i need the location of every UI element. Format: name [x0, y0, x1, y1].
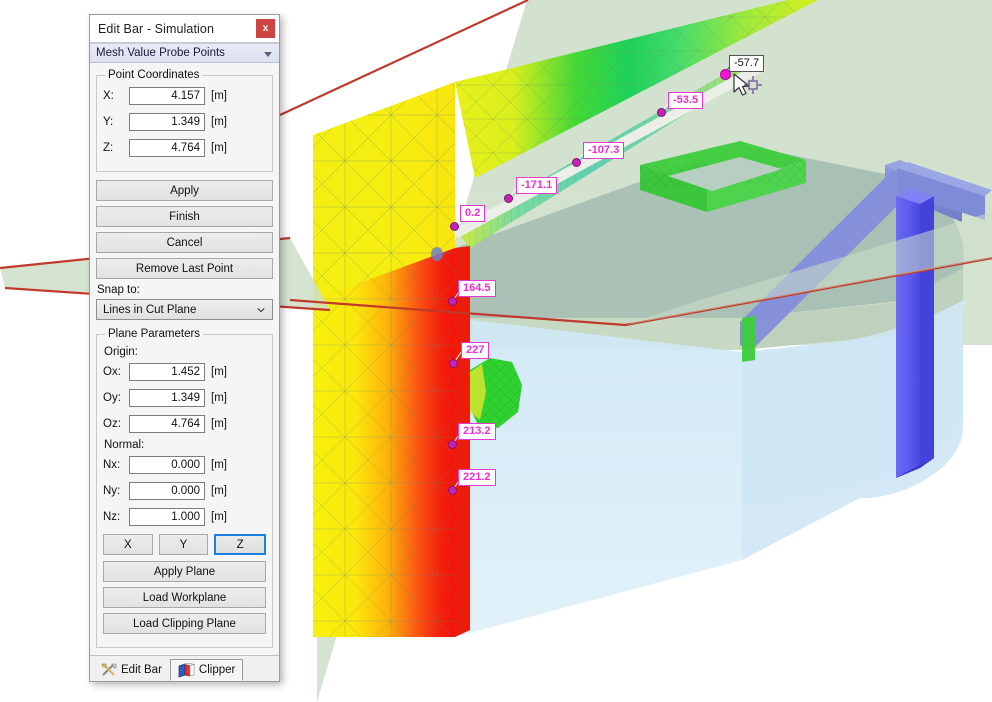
plane-parameters-legend: Plane Parameters — [108, 328, 201, 340]
probe-value-label: 0.2 — [460, 205, 486, 222]
dialog-title: Edit Bar - Simulation — [98, 21, 215, 36]
remove-last-point-button[interactable]: Remove Last Point — [96, 258, 273, 279]
probe-value-label: -107.3 — [583, 142, 625, 159]
dialog-tabbar: Edit Bar Clipper — [90, 655, 279, 681]
probe-point-marker[interactable] — [448, 297, 457, 306]
tools-icon — [101, 663, 117, 676]
tab-edit-bar[interactable]: Edit Bar — [93, 659, 170, 681]
axis-x-button[interactable]: X — [103, 534, 153, 555]
normal-label: Normal: — [104, 439, 145, 451]
probe-value-label: 227 — [461, 342, 490, 359]
input-ny[interactable] — [129, 482, 205, 500]
probe-point-marker[interactable] — [448, 486, 457, 495]
snap-crosshair-icon — [744, 76, 762, 94]
cancel-button[interactable]: Cancel — [96, 232, 273, 253]
load-workplane-button[interactable]: Load Workplane — [103, 587, 266, 608]
point-coordinates-group: Point Coordinates X: [m] Y: [m] Z: [m] — [96, 69, 273, 172]
mode-combobox[interactable]: Mesh Value Probe Points — [90, 43, 279, 63]
field-row-z: Z: [m] — [103, 137, 266, 159]
probe-point-marker[interactable] — [572, 158, 581, 167]
input-z[interactable] — [129, 139, 205, 157]
unit-z: [m] — [211, 142, 227, 154]
label-oy: Oy: — [103, 392, 121, 404]
plane-parameters-group: Plane Parameters Origin: Ox: [m] Oy: [m]… — [96, 328, 273, 648]
input-oz[interactable] — [129, 415, 205, 433]
clipper-cube-icon — [178, 662, 195, 677]
tab-edit-bar-label: Edit Bar — [121, 664, 162, 676]
dialog-body: Point Coordinates X: [m] Y: [m] Z: [m] A… — [90, 63, 279, 648]
chevron-down-icon — [264, 52, 272, 57]
unit-nx: [m] — [211, 459, 227, 471]
unit-nz: [m] — [211, 511, 227, 523]
probe-value-label: -171.1 — [516, 177, 558, 194]
tab-clipper[interactable]: Clipper — [169, 659, 244, 681]
label-ny: Ny: — [103, 485, 121, 497]
probe-point-marker[interactable] — [448, 440, 457, 449]
axis-z-button[interactable]: Z — [214, 534, 267, 555]
probe-value-label: 221.2 — [458, 469, 496, 486]
unit-oy: [m] — [211, 392, 227, 404]
point-coordinates-legend: Point Coordinates — [108, 69, 200, 81]
mode-combobox-value: Mesh Value Probe Points — [96, 47, 225, 59]
input-nx[interactable] — [129, 456, 205, 474]
probe-value-label: -57.7 — [729, 55, 765, 72]
axis-y-button[interactable]: Y — [158, 534, 209, 555]
label-z: Z: — [103, 142, 114, 154]
field-row-x: X: [m] — [103, 85, 266, 107]
input-x[interactable] — [129, 87, 205, 105]
field-row-nz: Nz: [m] — [103, 506, 266, 528]
probe-value-label: 213.2 — [458, 423, 496, 440]
edit-bar-simulation-dialog[interactable]: Edit Bar - Simulation x Mesh Value Probe… — [89, 14, 280, 682]
input-oy[interactable] — [129, 389, 205, 407]
input-nz[interactable] — [129, 508, 205, 526]
slab-edge-green — [742, 316, 755, 362]
snap-to-label: Snap to: — [97, 284, 140, 296]
probe-point-marker[interactable] — [504, 194, 513, 203]
chevron-down-icon — [257, 308, 265, 313]
field-row-ox: Ox: [m] — [103, 361, 266, 383]
label-y: Y: — [103, 116, 114, 128]
origin-label: Origin: — [104, 346, 138, 358]
field-row-oz: Oz: [m] — [103, 413, 266, 435]
probe-value-label: 164.5 — [458, 280, 496, 297]
unit-x: [m] — [211, 90, 227, 102]
apply-plane-button[interactable]: Apply Plane — [103, 561, 266, 582]
label-nx: Nx: — [103, 459, 121, 471]
probe-point-marker[interactable] — [450, 222, 459, 231]
label-nz: Nz: — [103, 511, 121, 523]
probe-point-marker[interactable] — [657, 108, 666, 117]
snap-to-combobox[interactable]: Lines in Cut Plane — [96, 299, 273, 320]
load-clipping-plane-button[interactable]: Load Clipping Plane — [103, 613, 266, 634]
field-row-nx: Nx: [m] — [103, 454, 266, 476]
label-x: X: — [103, 90, 114, 102]
probe-point-marker[interactable] — [449, 359, 458, 368]
axis-button-row: X Y Z — [103, 534, 267, 555]
snap-to-value: Lines in Cut Plane — [103, 303, 197, 316]
unit-ox: [m] — [211, 366, 227, 378]
input-y[interactable] — [129, 113, 205, 131]
tab-clipper-label: Clipper — [198, 664, 236, 676]
field-row-ny: Ny: [m] — [103, 480, 266, 502]
unit-oz: [m] — [211, 418, 227, 430]
label-ox: Ox: — [103, 366, 121, 378]
mesh-artifact-blue — [431, 247, 443, 261]
close-icon[interactable]: x — [256, 19, 275, 38]
input-ox[interactable] — [129, 363, 205, 381]
label-oz: Oz: — [103, 418, 121, 430]
field-row-oy: Oy: [m] — [103, 387, 266, 409]
dialog-titlebar[interactable]: Edit Bar - Simulation x — [90, 15, 279, 43]
unit-ny: [m] — [211, 485, 227, 497]
apply-button[interactable]: Apply — [96, 180, 273, 201]
field-row-y: Y: [m] — [103, 111, 266, 133]
unit-y: [m] — [211, 116, 227, 128]
finish-button[interactable]: Finish — [96, 206, 273, 227]
probe-value-label: -53.5 — [668, 92, 704, 109]
